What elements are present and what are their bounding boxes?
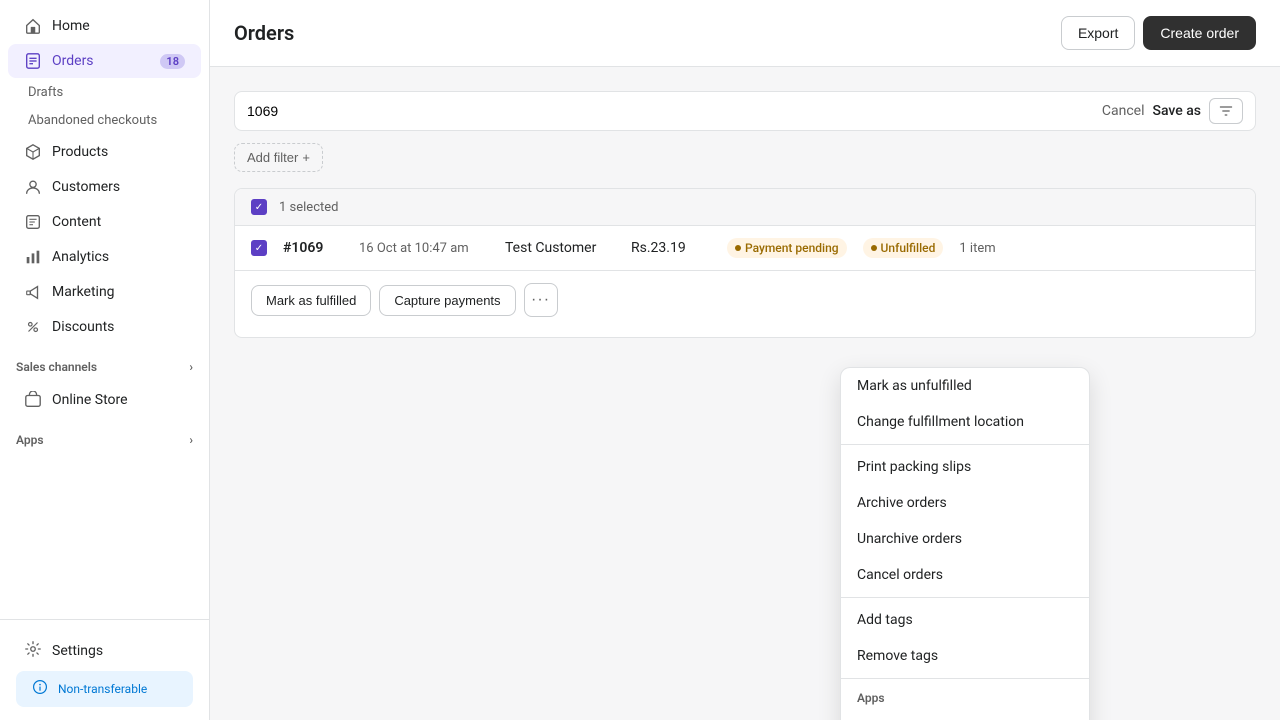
sidebar-item-marketing[interactable]: Marketing bbox=[8, 275, 201, 309]
selected-count: 1 selected bbox=[279, 200, 338, 215]
more-actions-button[interactable]: ··· bbox=[524, 283, 558, 317]
sort-icon bbox=[1218, 103, 1234, 119]
home-label: Home bbox=[52, 18, 90, 34]
row-checkbox[interactable] bbox=[251, 240, 267, 256]
dropdown-app-print-air-waybill[interactable]: Print Air Waybill - Sonic (Trax) bbox=[841, 709, 1089, 720]
fulfillment-status-label: Unfulfilled bbox=[881, 241, 936, 255]
add-filter-plus: + bbox=[302, 150, 310, 165]
fulfillment-status-badge: Unfulfilled bbox=[863, 238, 944, 258]
online-store-label: Online Store bbox=[52, 392, 128, 408]
filter-bar: Cancel Save as bbox=[234, 91, 1256, 131]
sales-channels-header[interactable]: Sales channels › bbox=[0, 352, 209, 382]
marketing-label: Marketing bbox=[52, 284, 115, 300]
payment-status-badge: Payment pending bbox=[727, 238, 847, 258]
more-icon: ··· bbox=[531, 291, 550, 309]
products-label: Products bbox=[52, 144, 108, 160]
create-order-button[interactable]: Create order bbox=[1143, 16, 1256, 50]
order-amount: Rs.23.19 bbox=[631, 240, 711, 256]
orders-icon bbox=[24, 52, 42, 70]
apps-header[interactable]: Apps › bbox=[0, 425, 209, 455]
sidebar-item-content[interactable]: Content bbox=[8, 205, 201, 239]
dropdown-divider-2 bbox=[841, 597, 1089, 598]
filter-cancel-button[interactable]: Cancel bbox=[1102, 103, 1145, 119]
discounts-icon bbox=[24, 318, 42, 336]
sales-channels-label: Sales channels bbox=[16, 360, 97, 374]
dropdown-item-print-packing[interactable]: Print packing slips bbox=[841, 449, 1089, 485]
filter-actions: Cancel Save as bbox=[1102, 98, 1243, 124]
apps-label: Apps bbox=[16, 433, 44, 447]
products-icon bbox=[24, 143, 42, 161]
dropdown-item-cancel-orders[interactable]: Cancel orders bbox=[841, 557, 1089, 593]
orders-table: 1 selected #1069 16 Oct at 10:47 am Test… bbox=[234, 188, 1256, 338]
dropdown-item-change-location[interactable]: Change fulfillment location bbox=[841, 404, 1089, 440]
capture-payments-button[interactable]: Capture payments bbox=[379, 285, 515, 316]
payment-status-dot bbox=[735, 245, 741, 251]
add-filter-button[interactable]: Add filter + bbox=[234, 143, 323, 172]
page-title: Orders bbox=[234, 21, 294, 45]
order-items: 1 item bbox=[959, 241, 995, 256]
sidebar-item-products[interactable]: Products bbox=[8, 135, 201, 169]
sidebar-item-discounts[interactable]: Discounts bbox=[8, 310, 201, 344]
analytics-icon bbox=[24, 248, 42, 266]
main-area: Orders Export Create order Cancel Save a… bbox=[210, 0, 1280, 720]
table-row: #1069 16 Oct at 10:47 am Test Customer R… bbox=[235, 226, 1255, 271]
sidebar-item-analytics[interactable]: Analytics bbox=[8, 240, 201, 274]
sidebar-item-settings[interactable]: Settings bbox=[8, 632, 201, 670]
export-button[interactable]: Export bbox=[1061, 16, 1135, 50]
sidebar-item-customers[interactable]: Customers bbox=[8, 170, 201, 204]
action-bar: Mark as fulfilled Capture payments ··· bbox=[251, 275, 1239, 325]
content-label: Content bbox=[52, 214, 101, 230]
main-header: Orders Export Create order bbox=[210, 0, 1280, 67]
sidebar-item-online-store[interactable]: Online Store bbox=[8, 383, 201, 417]
settings-icon bbox=[24, 640, 42, 662]
customers-icon bbox=[24, 178, 42, 196]
sidebar-item-orders[interactable]: Orders 18 bbox=[8, 44, 201, 78]
dropdown-item-unarchive-orders[interactable]: Unarchive orders bbox=[841, 521, 1089, 557]
main-content: Cancel Save as Add filter + 1 selected #… bbox=[210, 67, 1280, 720]
mark-fulfilled-button[interactable]: Mark as fulfilled bbox=[251, 285, 371, 316]
filter-saveas-button[interactable]: Save as bbox=[1152, 103, 1201, 119]
apps-expand-icon: › bbox=[189, 433, 193, 447]
payment-status-label: Payment pending bbox=[745, 241, 839, 255]
add-filter-label: Add filter bbox=[247, 150, 298, 165]
sidebar: Home Orders 18 Drafts Abandoned checkout… bbox=[0, 0, 210, 720]
orders-label: Orders bbox=[52, 53, 94, 69]
dropdown-menu: Mark as unfulfilled Change fulfillment l… bbox=[840, 367, 1090, 720]
filter-input[interactable] bbox=[247, 103, 1094, 119]
order-id[interactable]: #1069 bbox=[283, 240, 343, 256]
discounts-label: Discounts bbox=[52, 319, 114, 335]
sidebar-item-drafts[interactable]: Drafts bbox=[28, 79, 201, 106]
dropdown-item-archive-orders[interactable]: Archive orders bbox=[841, 485, 1089, 521]
dropdown-divider-1 bbox=[841, 444, 1089, 445]
settings-label: Settings bbox=[52, 643, 103, 659]
drafts-label: Drafts bbox=[28, 85, 63, 100]
info-icon bbox=[32, 679, 48, 699]
non-transferable-label: Non-transferable bbox=[58, 682, 147, 696]
dropdown-item-remove-tags[interactable]: Remove tags bbox=[841, 638, 1089, 674]
table-selection-row: 1 selected bbox=[235, 189, 1255, 226]
content-icon bbox=[24, 213, 42, 231]
dropdown-item-add-tags[interactable]: Add tags bbox=[841, 602, 1089, 638]
dropdown-apps-section-label: Apps bbox=[841, 683, 1089, 709]
customers-label: Customers bbox=[52, 179, 120, 195]
marketing-icon bbox=[24, 283, 42, 301]
select-all-checkbox[interactable] bbox=[251, 199, 267, 215]
orders-badge: 18 bbox=[160, 54, 185, 69]
header-actions: Export Create order bbox=[1061, 16, 1256, 50]
sidebar-item-abandoned[interactable]: Abandoned checkouts bbox=[28, 107, 201, 134]
analytics-label: Analytics bbox=[52, 249, 109, 265]
sort-button[interactable] bbox=[1209, 98, 1243, 124]
sidebar-item-home[interactable]: Home bbox=[8, 9, 201, 43]
order-customer: Test Customer bbox=[505, 240, 615, 256]
sales-channels-expand-icon: › bbox=[189, 360, 193, 374]
dropdown-item-mark-unfulfilled[interactable]: Mark as unfulfilled bbox=[841, 368, 1089, 404]
home-icon bbox=[24, 17, 42, 35]
dropdown-divider-3 bbox=[841, 678, 1089, 679]
action-toolbar-row: Mark as fulfilled Capture payments ··· bbox=[235, 271, 1255, 337]
fulfillment-status-dot bbox=[871, 245, 877, 251]
abandoned-label: Abandoned checkouts bbox=[28, 113, 157, 128]
online-store-icon bbox=[24, 391, 42, 409]
sidebar-non-transferable[interactable]: Non-transferable bbox=[16, 671, 193, 707]
order-date: 16 Oct at 10:47 am bbox=[359, 241, 489, 256]
